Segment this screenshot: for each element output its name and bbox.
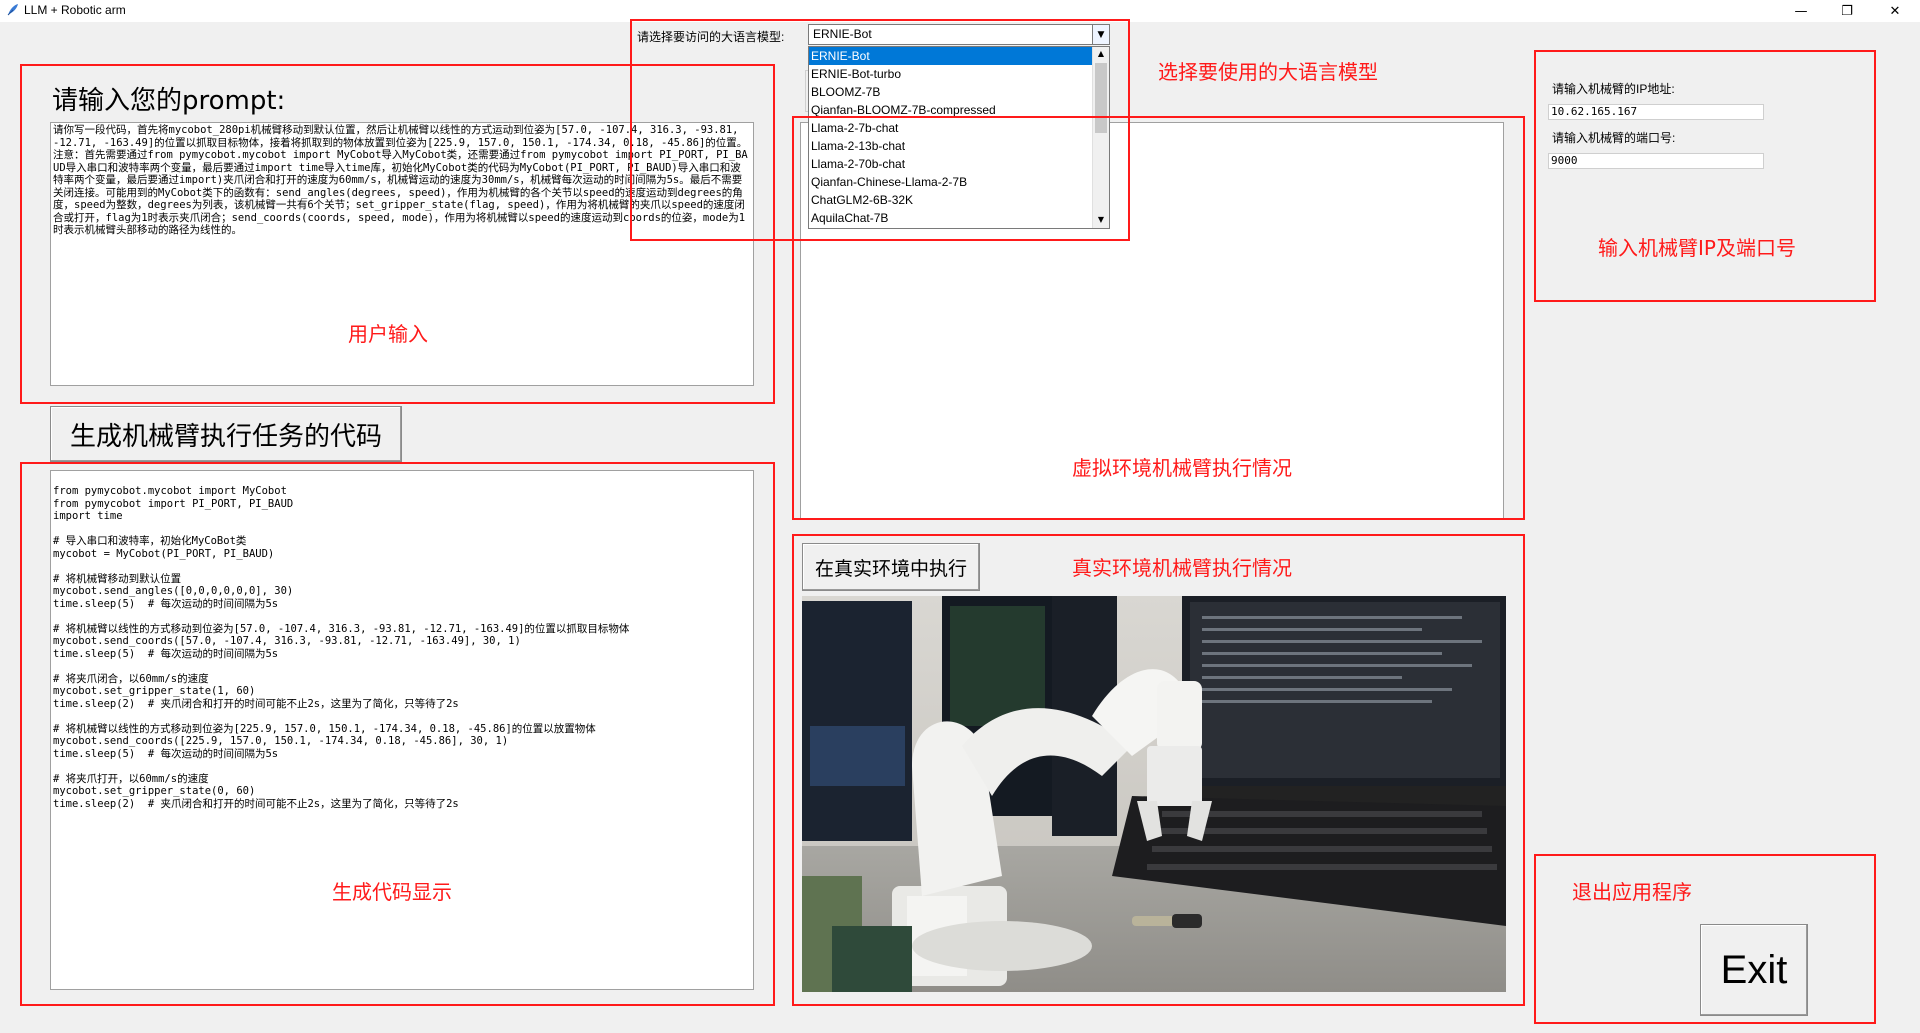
annotation-code-display: 生成代码显示 (332, 880, 452, 904)
port-field[interactable]: 9000 (1548, 153, 1764, 169)
model-select-label: 请选择要访问的大语言模型: (637, 30, 785, 44)
model-option[interactable]: Llama-2-13b-chat (809, 137, 1095, 155)
exit-button[interactable]: Exit (1700, 924, 1808, 1016)
model-option[interactable]: ChatGLM2-6B-32K (809, 191, 1095, 209)
app-feather-icon (7, 4, 18, 16)
maximize-button[interactable]: ❐ (1824, 0, 1870, 22)
ip-label: 请输入机械臂的IP地址: (1552, 82, 1675, 96)
prompt-heading: 请输入您的prompt: (52, 86, 286, 116)
annotation-virtual-exec: 虚拟环境机械臂执行情况 (1072, 456, 1292, 480)
port-label: 请输入机械臂的端口号: (1552, 131, 1676, 145)
model-option[interactable]: ERNIE-Bot (809, 47, 1095, 65)
annotation-ip-port: 输入机械臂IP及端口号 (1598, 236, 1796, 260)
ip-field[interactable]: 10.62.165.167 (1548, 104, 1764, 120)
model-option[interactable]: Llama-2-70b-chat (809, 155, 1095, 173)
robot-arm-photo (802, 596, 1506, 992)
scroll-down-icon[interactable]: ▼ (1094, 213, 1108, 227)
annotation-real-exec: 真实环境机械臂执行情况 (1072, 556, 1292, 580)
model-select[interactable]: ERNIE-Bot ▼ (808, 24, 1110, 45)
model-option[interactable]: BLOOMZ-7B (809, 83, 1095, 101)
model-option[interactable]: AquilaChat-7B (809, 209, 1095, 227)
model-option[interactable]: Qianfan-BLOOMZ-7B-compressed (809, 101, 1095, 119)
code-display[interactable]: from pymycobot.mycobot import MyCobot fr… (50, 470, 754, 990)
annotation-user-input: 用户输入 (348, 322, 428, 346)
model-select-value: ERNIE-Bot (813, 27, 872, 41)
model-dropdown-list[interactable]: ERNIE-Bot ERNIE-Bot-turbo BLOOMZ-7B Qian… (808, 46, 1110, 229)
scroll-up-icon[interactable]: ▲ (1094, 47, 1108, 61)
generate-code-button[interactable]: 生成机械臂执行任务的代码 (50, 406, 402, 462)
real-exec-button[interactable]: 在真实环境中执行 (802, 543, 980, 591)
minimize-button[interactable]: — (1778, 0, 1824, 22)
chevron-down-icon[interactable]: ▼ (1092, 25, 1109, 44)
annotation-choose-model: 选择要使用的大语言模型 (1158, 60, 1378, 84)
annotation-exit-app: 退出应用程序 (1572, 880, 1692, 904)
model-option[interactable]: ERNIE-Bot-turbo (809, 65, 1095, 83)
close-button[interactable]: ✕ (1872, 0, 1918, 22)
model-option[interactable]: Qianfan-Chinese-Llama-2-7B (809, 173, 1095, 191)
window-title: LLM + Robotic arm (24, 3, 126, 17)
list-scrollbar[interactable]: ▲ ▼ (1092, 47, 1109, 228)
scroll-thumb[interactable] (1095, 63, 1107, 133)
title-bar: LLM + Robotic arm — ❐ ✕ (0, 0, 1920, 22)
model-option[interactable]: Llama-2-7b-chat (809, 119, 1095, 137)
